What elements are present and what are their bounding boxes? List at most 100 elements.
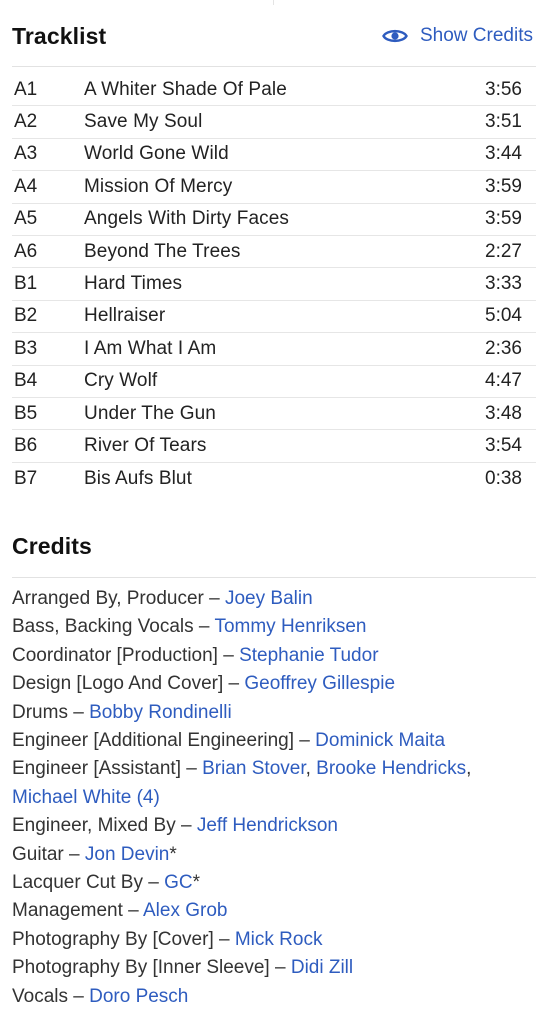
track-title: Hard Times bbox=[84, 273, 183, 295]
track-title: A Whiter Shade Of Pale bbox=[84, 78, 287, 100]
credit-separator: – bbox=[223, 673, 245, 695]
credit-separator: – bbox=[67, 701, 90, 723]
credit-role: Design [Logo And Cover] bbox=[12, 673, 224, 695]
credit-role: Engineer [Assistant] bbox=[12, 758, 181, 780]
track-title: Hellraiser bbox=[84, 305, 166, 327]
credit-separator: – bbox=[217, 644, 240, 666]
track-position: A6 bbox=[14, 240, 38, 262]
track-title: Cry Wolf bbox=[84, 370, 158, 392]
credits-list: Arranged By, Producer – Joey Balin Bass, … bbox=[12, 585, 534, 1011]
credit-role: Engineer, Mixed By bbox=[12, 815, 176, 837]
credit-separator: – bbox=[67, 985, 90, 1007]
credit-separator: – bbox=[213, 928, 235, 950]
track-title: Save My Soul bbox=[84, 111, 203, 133]
track-position: B3 bbox=[14, 337, 38, 359]
credit-name-link[interactable]: Stephanie Tudor bbox=[239, 645, 378, 666]
credit-role: Vocals bbox=[12, 985, 68, 1007]
credit-name-link[interactable]: Jeff Hendrickson bbox=[197, 815, 338, 836]
credit-role: Drums bbox=[12, 701, 68, 723]
track-position: A4 bbox=[14, 175, 38, 197]
credits-header: Credits bbox=[12, 528, 536, 564]
credit-name-link[interactable]: GC bbox=[164, 872, 193, 893]
track-duration: 0:38 bbox=[485, 467, 522, 489]
track-duration: 5:04 bbox=[485, 305, 522, 327]
track-title: River Of Tears bbox=[84, 434, 207, 456]
tracklist-divider bbox=[12, 66, 536, 67]
credit-line: Vocals – Doro Pesch bbox=[12, 983, 534, 1011]
track-position: A3 bbox=[14, 143, 38, 165]
track-duration: 3:54 bbox=[485, 434, 522, 456]
credit-line: Drums – Bobby Rondinelli bbox=[12, 699, 534, 727]
track-duration: 3:51 bbox=[485, 111, 522, 133]
credit-name-suffix: * bbox=[169, 843, 177, 865]
credit-name-link[interactable]: Brian Stover bbox=[202, 758, 306, 779]
track-row: B5 Under The Gun 3:48 bbox=[12, 398, 536, 431]
track-row: A2 Save My Soul 3:51 bbox=[12, 106, 536, 139]
eye-icon bbox=[382, 27, 408, 45]
track-row: A5 Angels With Dirty Faces 3:59 bbox=[12, 204, 536, 236]
credit-line: Guitar – Jon Devin* bbox=[12, 841, 534, 869]
credit-line: Photography By [Inner Sleeve] – Didi Zil… bbox=[12, 954, 534, 982]
credit-role: Arranged By, Producer bbox=[12, 588, 204, 609]
track-row: A4 Mission Of Mercy 3:59 bbox=[12, 171, 536, 204]
credit-name-link[interactable]: Mick Rock bbox=[235, 929, 323, 950]
credit-role: Guitar bbox=[12, 843, 64, 865]
track-position: B4 bbox=[14, 370, 38, 392]
track-row: B7 Bis Aufs Blut 0:38 bbox=[12, 463, 536, 495]
track-title: I Am What I Am bbox=[84, 337, 217, 359]
credit-name-link[interactable]: Brooke Hendricks bbox=[316, 758, 466, 779]
track-row: A6 Beyond The Trees 2:27 bbox=[12, 236, 536, 269]
tracklist-table: A1 A Whiter Shade Of Pale 3:56 A2 Save My So… bbox=[12, 74, 536, 495]
track-row: A3 World Gone Wild 3:44 bbox=[12, 139, 536, 172]
credit-line: Arranged By, Producer – Joey Balin bbox=[12, 585, 534, 613]
track-position: A5 bbox=[14, 208, 38, 230]
credit-name-link[interactable]: Geoffrey Gillespie bbox=[244, 673, 395, 694]
credit-name-link[interactable]: Tommy Henriksen bbox=[214, 616, 366, 637]
track-position: A2 bbox=[14, 111, 38, 133]
credit-line: Engineer [Assistant] – Brian Stover, Bro… bbox=[12, 755, 534, 812]
credit-separator: – bbox=[63, 843, 85, 865]
credit-name-link[interactable]: Michael White (4) bbox=[12, 787, 160, 808]
credit-name-link[interactable]: Didi Zill bbox=[291, 957, 353, 978]
track-duration: 3:59 bbox=[485, 175, 522, 197]
credit-line: Design [Logo And Cover] – Geoffrey Gille… bbox=[12, 670, 534, 698]
track-row: B4 Cry Wolf 4:47 bbox=[12, 366, 536, 398]
track-title: Angels With Dirty Faces bbox=[84, 208, 290, 230]
track-row: B2 Hellraiser 5:04 bbox=[12, 301, 536, 334]
track-title: Under The Gun bbox=[84, 402, 216, 424]
credits-divider bbox=[12, 577, 536, 578]
credit-name-suffix: , bbox=[305, 758, 317, 780]
track-title: Beyond The Trees bbox=[84, 240, 241, 262]
track-duration: 2:36 bbox=[485, 337, 522, 359]
credit-separator: – bbox=[175, 815, 197, 837]
credit-separator: – bbox=[269, 957, 291, 979]
track-position: B7 bbox=[14, 467, 38, 489]
track-position: B6 bbox=[14, 434, 38, 456]
credit-role: Bass, Backing Vocals bbox=[12, 616, 194, 638]
track-duration: 2:27 bbox=[485, 240, 522, 262]
credit-name-link[interactable]: Dominick Maita bbox=[315, 730, 445, 751]
credit-role: Management bbox=[12, 900, 123, 922]
credit-line: Engineer [Additional Engineering] – Domi… bbox=[12, 727, 534, 755]
credit-name-link[interactable]: Jon Devin bbox=[85, 844, 170, 865]
track-duration: 3:44 bbox=[485, 143, 522, 165]
credit-line: Lacquer Cut By – GC* bbox=[12, 869, 534, 897]
credit-separator: – bbox=[180, 758, 203, 780]
credit-role: Coordinator [Production] bbox=[12, 644, 218, 666]
track-position: A1 bbox=[14, 78, 38, 100]
credit-name-link[interactable]: Joey Balin bbox=[225, 588, 313, 609]
tracklist-title: Tracklist bbox=[12, 22, 107, 49]
credit-line: Management – Alex Grob bbox=[12, 897, 534, 925]
credit-name-link[interactable]: Alex Grob bbox=[143, 900, 227, 921]
credit-line: Bass, Backing Vocals – Tommy Henriksen bbox=[12, 613, 534, 641]
credit-separator: – bbox=[193, 616, 215, 638]
credit-separator: – bbox=[203, 588, 225, 609]
show-credits-label: Show Credits bbox=[420, 25, 533, 46]
credit-line: Coordinator [Production] – Stephanie Tud… bbox=[12, 642, 534, 670]
credit-name-suffix: * bbox=[192, 872, 200, 894]
credit-role: Photography By [Inner Sleeve] bbox=[12, 957, 270, 979]
credit-name-link[interactable]: Bobby Rondinelli bbox=[89, 702, 232, 723]
credit-role: Engineer [Additional Engineering] bbox=[12, 730, 295, 752]
show-credits-button[interactable]: Show Credits bbox=[382, 25, 536, 47]
credit-name-link[interactable]: Doro Pesch bbox=[89, 986, 188, 1007]
